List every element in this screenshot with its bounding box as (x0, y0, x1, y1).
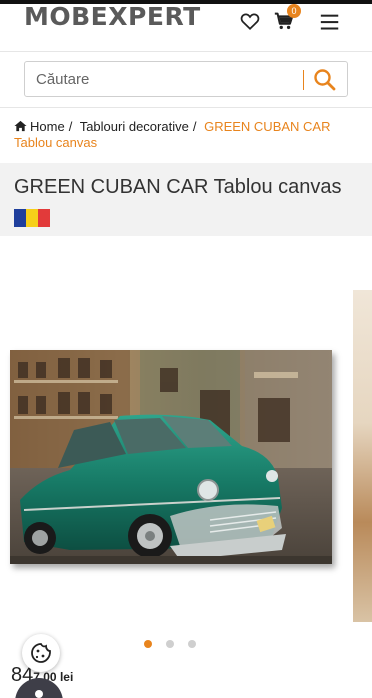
header-divider (0, 51, 372, 52)
search-icon[interactable] (311, 66, 339, 94)
breadcrumb-separator: / (68, 119, 73, 134)
product-title: GREEN CUBAN CAR Tablou canvas (14, 176, 342, 198)
product-title-band: GREEN CUBAN CAR Tablou canvas (0, 163, 372, 236)
search-input[interactable] (25, 62, 301, 96)
search-separator (303, 70, 304, 90)
product-image-green-cuban-car[interactable] (10, 350, 332, 564)
cookie-settings-button[interactable] (22, 634, 60, 672)
carousel-dot-3[interactable] (188, 640, 196, 648)
flag-stripe-blue (14, 209, 26, 227)
home-icon (14, 120, 27, 132)
chat-icon (35, 690, 43, 698)
hamburger-menu-icon[interactable] (319, 11, 341, 33)
chat-button[interactable] (15, 678, 63, 698)
site-header: MOBEXPERT 0 (0, 4, 372, 52)
search-divider (0, 107, 372, 108)
product-image-carousel[interactable] (0, 236, 372, 636)
breadcrumb: Home / Tablouri decorative / GREEN CUBAN C… (14, 119, 364, 151)
romania-flag-icon (14, 209, 50, 227)
next-slide-preview[interactable] (353, 290, 372, 622)
carousel-dot-2[interactable] (166, 640, 174, 648)
cuban-car-illustration (10, 350, 332, 564)
site-logo[interactable]: MOBEXPERT (24, 4, 201, 30)
flag-stripe-yellow (26, 209, 38, 227)
cart-count-badge: 0 (287, 4, 301, 18)
breadcrumb-home[interactable]: Home (30, 119, 65, 134)
heart-icon[interactable] (239, 10, 261, 32)
carousel-dot-1[interactable] (144, 640, 152, 648)
breadcrumb-separator: / (192, 119, 197, 134)
breadcrumb-category[interactable]: Tablouri decorative (80, 119, 189, 134)
flag-stripe-red (38, 209, 50, 227)
carousel-dots (144, 640, 196, 648)
cookie-icon (31, 643, 51, 663)
search-bar (24, 61, 348, 97)
